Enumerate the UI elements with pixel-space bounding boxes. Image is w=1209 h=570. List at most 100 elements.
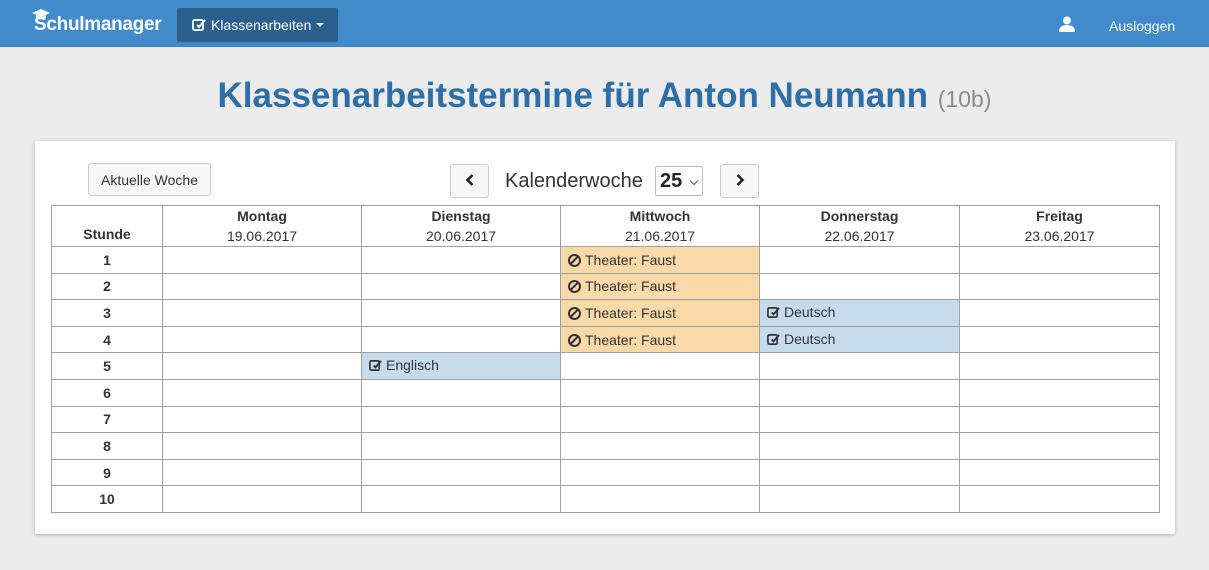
table-row: 4 Theater: Faust Deutsch — [51, 325, 1160, 354]
edit-square-icon — [369, 359, 382, 375]
empty-cell — [361, 485, 561, 513]
table-row: 1 Theater: Faust — [51, 246, 1160, 274]
hour-number: 1 — [51, 246, 163, 274]
empty-cell — [959, 272, 1160, 301]
empty-cell — [959, 485, 1160, 513]
graduation-cap-icon — [32, 5, 50, 27]
current-week-button[interactable]: Aktuelle Woche — [88, 163, 211, 196]
day-header: Freitag 23.06.2017 — [959, 205, 1160, 247]
empty-cell — [162, 458, 362, 487]
cell-text: Deutsch — [784, 303, 836, 320]
day-header: Mittwoch 21.06.2017 — [560, 205, 760, 247]
ban-icon — [568, 306, 581, 320]
empty-cell — [361, 378, 561, 407]
day-date: 20.06.2017 — [425, 228, 497, 244]
navbar: Schulmanager Klassenarbeiten Ausloggen — [0, 0, 1209, 47]
empty-cell — [959, 432, 1160, 460]
week-select[interactable]: 25 — [655, 166, 703, 196]
day-date: 21.06.2017 — [624, 228, 696, 244]
empty-cell — [759, 485, 960, 513]
empty-cell — [361, 299, 561, 327]
table-row: 5 Englisch — [51, 352, 1160, 380]
ban-icon — [568, 280, 581, 294]
day-name: Montag — [237, 208, 287, 224]
user-icon[interactable] — [1059, 16, 1075, 37]
page-title: Klassenarbeitstermine für Anton Neumann … — [0, 76, 1209, 116]
exam-cell[interactable]: Englisch — [361, 352, 561, 380]
empty-cell — [162, 246, 362, 274]
brand-logo[interactable]: Schulmanager — [30, 5, 162, 38]
logout-link[interactable]: Ausloggen — [1109, 18, 1175, 34]
hour-number: 9 — [51, 458, 163, 487]
hour-number: 7 — [51, 405, 163, 434]
empty-cell — [361, 458, 561, 487]
empty-cell — [361, 432, 561, 460]
empty-cell — [560, 458, 760, 487]
hour-number: 10 — [51, 485, 163, 513]
exam-cell[interactable]: Deutsch — [759, 325, 960, 354]
empty-cell — [162, 299, 362, 327]
table-row: 3 Theater: Faust Deutsch — [51, 299, 1160, 327]
empty-cell — [759, 246, 960, 274]
event-cell[interactable]: Theater: Faust — [560, 299, 760, 327]
empty-cell — [162, 272, 362, 301]
empty-cell — [560, 378, 760, 407]
next-week-button[interactable] — [720, 164, 759, 198]
header-row: Stunde Montag 19.06.2017 Dienstag 20.06.20… — [51, 205, 1160, 247]
cell-text: Theater: Faust — [585, 278, 677, 295]
class-badge: (10b) — [937, 86, 992, 112]
hour-number: 3 — [51, 299, 163, 327]
hour-number: 5 — [51, 352, 163, 380]
empty-cell — [959, 378, 1160, 407]
day-header: Montag 19.06.2017 — [162, 205, 362, 247]
ban-icon — [568, 253, 581, 267]
table-row: 7 — [51, 405, 1160, 434]
cell-text: Theater: Faust — [585, 331, 677, 348]
empty-cell — [759, 352, 960, 380]
day-name: Mittwoch — [629, 208, 691, 224]
schedule-body: 1 Theater: Faust 2 Theater: Faust 3 Theater: … — [51, 246, 1160, 513]
empty-cell — [162, 405, 362, 434]
empty-cell — [162, 485, 362, 513]
day-name: Dienstag — [431, 208, 491, 224]
empty-cell — [361, 325, 561, 354]
exam-schedule-table: Stunde Montag 19.06.2017 Dienstag 20.06.20… — [51, 205, 1160, 513]
chevron-left-icon — [465, 173, 475, 189]
chevron-down-icon — [689, 176, 699, 186]
empty-cell — [959, 352, 1160, 380]
day-date: 22.06.2017 — [824, 228, 895, 244]
previous-week-button[interactable] — [450, 164, 489, 198]
hour-number: 4 — [51, 325, 163, 354]
day-header: Dienstag 20.06.2017 — [361, 205, 561, 247]
empty-cell — [361, 246, 561, 274]
empty-cell — [959, 325, 1160, 354]
empty-cell — [759, 432, 960, 460]
event-cell[interactable]: Theater: Faust — [560, 246, 760, 274]
cell-text: Englisch — [386, 357, 439, 374]
event-cell[interactable]: Theater: Faust — [560, 325, 760, 354]
exam-cell[interactable]: Deutsch — [759, 299, 960, 327]
empty-cell — [759, 458, 960, 487]
ban-icon — [568, 333, 581, 347]
day-name: Freitag — [1036, 208, 1083, 224]
klassenarbeiten-dropdown[interactable]: Klassenarbeiten — [177, 8, 338, 42]
table-row: 9 — [51, 458, 1160, 487]
empty-cell — [560, 485, 760, 513]
chevron-right-icon — [735, 173, 745, 189]
stunde-header: Stunde — [51, 205, 163, 247]
hour-number: 8 — [51, 432, 163, 460]
empty-cell — [560, 352, 760, 380]
hour-number: 2 — [51, 272, 163, 301]
hour-number: 6 — [51, 378, 163, 407]
empty-cell — [361, 405, 561, 434]
edit-square-icon — [767, 306, 780, 322]
empty-cell — [162, 378, 362, 407]
event-cell[interactable]: Theater: Faust — [560, 272, 760, 301]
empty-cell — [959, 405, 1160, 434]
cell-text: Theater: Faust — [585, 304, 677, 321]
edit-square-icon — [192, 18, 206, 32]
table-row: 8 — [51, 432, 1160, 460]
empty-cell — [162, 325, 362, 354]
empty-cell — [959, 246, 1160, 274]
empty-cell — [162, 352, 362, 380]
